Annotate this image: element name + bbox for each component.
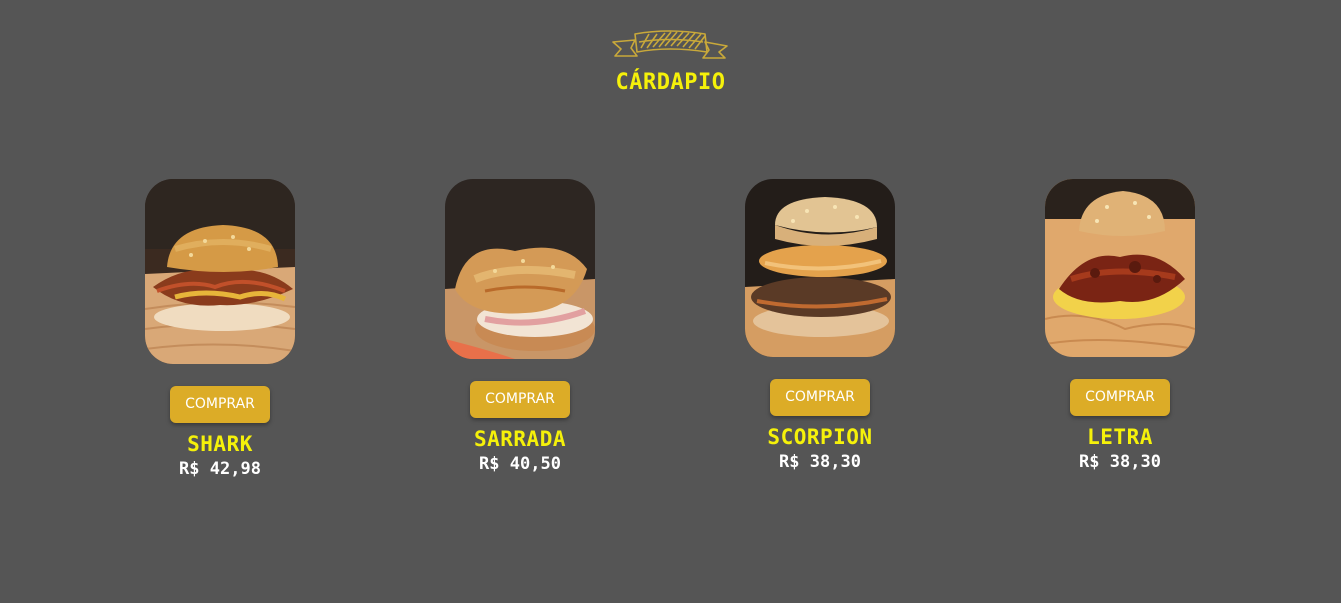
ribbon-banner-icon xyxy=(612,30,728,59)
menu-card-sarrada: COMPRAR SARRADA R$ 40,50 xyxy=(445,179,595,474)
item-name-scorpion: SCORPION xyxy=(767,425,873,449)
burger-letra-photo xyxy=(1045,179,1195,357)
menu-card-scorpion: COMPRAR SCORPION R$ 38,30 xyxy=(745,179,895,472)
burger-sarrada-photo xyxy=(445,179,595,359)
burger-scorpion-photo xyxy=(745,179,895,357)
item-name-letra: LETRA xyxy=(1087,425,1153,449)
menu-card-letra: COMPRAR LETRA R$ 38,30 xyxy=(1045,179,1195,472)
page-title: CÁRDAPIO xyxy=(615,70,726,95)
item-name-sarrada: SARRADA xyxy=(473,427,566,451)
menu-card-shark: COMPRAR SHARK R$ 42,98 xyxy=(145,179,295,479)
item-price-scorpion: R$ 38,30 xyxy=(779,452,861,472)
menu-page: CÁRDAPIO COMPRAR SHARK R$ 42,98 COMPRAR … xyxy=(0,0,1341,603)
item-price-letra: R$ 38,30 xyxy=(1079,452,1161,472)
buy-button-shark[interactable]: COMPRAR xyxy=(170,386,270,423)
item-price-shark: R$ 42,98 xyxy=(179,459,261,479)
buy-button-letra[interactable]: COMPRAR xyxy=(1070,379,1170,416)
buy-button-scorpion[interactable]: COMPRAR xyxy=(770,379,870,416)
item-price-sarrada: R$ 40,50 xyxy=(479,454,561,474)
burger-shark-photo xyxy=(145,179,295,364)
item-name-shark: SHARK xyxy=(187,432,253,456)
buy-button-sarrada[interactable]: COMPRAR xyxy=(470,381,570,418)
